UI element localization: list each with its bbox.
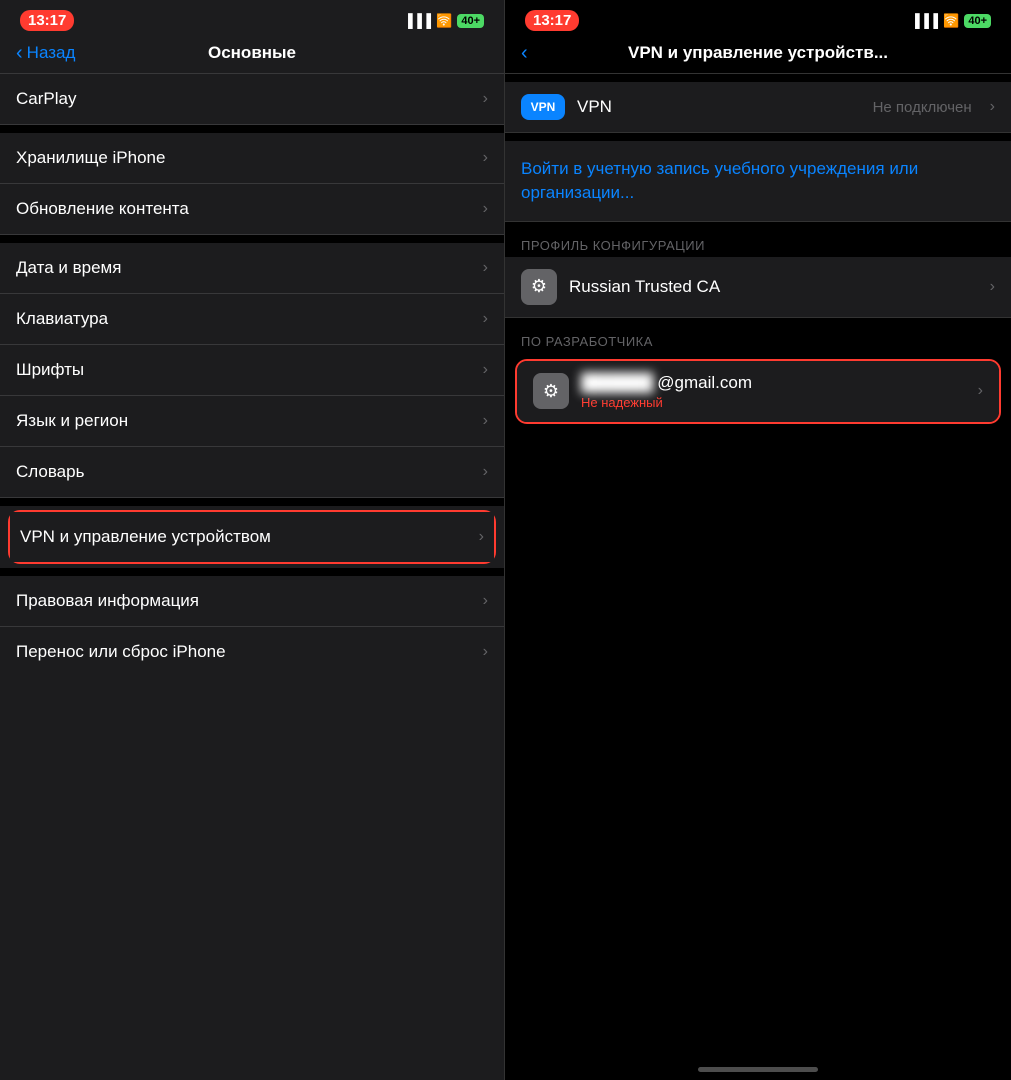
school-link[interactable]: Войти в учетную запись учебного учрежден… [505, 141, 1011, 221]
language-item[interactable]: Язык и регион › [0, 396, 504, 446]
russian-ca-name: Russian Trusted CA [569, 277, 720, 296]
right-signal-icon: ▐▐▐ [911, 13, 939, 28]
vpn-device-item[interactable]: VPN и управление устройством › [10, 512, 494, 562]
right-panel: 13:17 ▐▐▐ 🛜 40+ ‹ VPN и управление устро… [505, 0, 1011, 1080]
language-chevron: › [483, 412, 488, 430]
vpn-device-chevron: › [479, 528, 484, 546]
battery-badge: 40+ [457, 14, 484, 28]
school-link-text: Войти в учетную запись учебного учрежден… [521, 159, 918, 202]
right-time: 13:17 [525, 10, 579, 31]
right-wifi-icon: 🛜 [943, 13, 959, 29]
left-back-label: Назад [27, 43, 76, 63]
transfer-label: Перенос или сброс iPhone [16, 642, 226, 662]
keyboard-label: Клавиатура [16, 309, 108, 329]
russian-ca-chevron: › [990, 278, 995, 296]
gmail-profile-icon: ⚙ [533, 373, 569, 409]
vpn-device-label: VPN и управление устройством [20, 527, 271, 547]
vpn-status: Не подключен [873, 99, 972, 116]
developer-section-label: ПО РАЗРАБОТЧИКА [521, 334, 653, 349]
home-indicator [698, 1067, 818, 1072]
datetime-item[interactable]: Дата и время › [0, 243, 504, 293]
gmail-subtitle: Не надежный [581, 395, 966, 410]
sepg2 [0, 235, 504, 243]
right-status-icons: ▐▐▐ 🛜 40+ [911, 13, 992, 29]
russian-ca-info: Russian Trusted CA [569, 277, 978, 297]
language-label: Язык и регион [16, 411, 128, 431]
storage-label: Хранилище iPhone [16, 148, 165, 168]
datetime-label: Дата и время [16, 258, 121, 278]
gmail-chevron: › [978, 382, 983, 400]
update-label: Обновление контента [16, 199, 189, 219]
sepg3 [0, 498, 504, 506]
signal-icon: ▐▐▐ [404, 13, 432, 28]
vpn-label: VPN [577, 97, 861, 117]
left-nav-title: Основные [208, 43, 296, 63]
developer-section-header: ПО РАЗРАБОТЧИКА [505, 326, 1011, 353]
sepg1 [0, 125, 504, 133]
vpn-chevron: › [990, 98, 995, 116]
vpn-device-highlighted-box: VPN и управление устройством › [8, 510, 496, 564]
carplay-item[interactable]: CarPlay › [0, 74, 504, 124]
fonts-item[interactable]: Шрифты › [0, 345, 504, 395]
right-battery-badge: 40+ [964, 14, 991, 28]
dictionary-chevron: › [483, 463, 488, 481]
right-nav-bar: ‹ VPN и управление устройств... [505, 37, 1011, 73]
vpn-row[interactable]: VPN VPN Не подключен › [505, 82, 1011, 132]
dictionary-item[interactable]: Словарь › [0, 447, 504, 497]
left-nav-bar: ‹ Назад Основные [0, 37, 504, 73]
transfer-chevron: › [483, 643, 488, 661]
update-chevron: › [483, 200, 488, 218]
russian-ca-icon: ⚙ [521, 269, 557, 305]
profile-section-label: ПРОФИЛЬ КОНФИГУРАЦИИ [521, 238, 705, 253]
right-sep2 [505, 133, 1011, 141]
right-status-bar: 13:17 ▐▐▐ 🛜 40+ [505, 0, 1011, 37]
dictionary-label: Словарь [16, 462, 84, 482]
keyboard-chevron: › [483, 310, 488, 328]
russian-ca-item[interactable]: ⚙ Russian Trusted CA › [505, 257, 1011, 317]
profile-section-header: ПРОФИЛЬ КОНФИГУРАЦИИ [505, 230, 1011, 257]
left-panel: 13:17 ▐▐▐ 🛜 40+ ‹ Назад Основные CarPlay… [0, 0, 505, 1080]
gmail-highlighted-box: ⚙ ██████ @gmail.com Не надежный › [515, 359, 1001, 424]
left-status-icons: ▐▐▐ 🛜 40+ [404, 13, 485, 29]
right-back-chevron: ‹ [521, 43, 528, 63]
fonts-label: Шрифты [16, 360, 84, 380]
gmail-profile-item[interactable]: ⚙ ██████ @gmail.com Не надежный › [517, 361, 999, 422]
right-sep-top [505, 74, 1011, 82]
wifi-icon: 🛜 [436, 13, 452, 29]
left-back-button[interactable]: ‹ Назад [16, 43, 75, 63]
legal-item[interactable]: Правовая информация › [0, 576, 504, 626]
left-back-chevron: ‹ [16, 43, 23, 63]
left-time: 13:17 [20, 10, 74, 31]
right-sep3 [505, 222, 1011, 230]
left-status-bar: 13:17 ▐▐▐ 🛜 40+ [0, 0, 504, 37]
gmail-at-label: @gmail.com [657, 373, 752, 393]
gmail-gear-icon: ⚙ [543, 381, 559, 402]
right-sep4 [505, 318, 1011, 326]
legal-chevron: › [483, 592, 488, 610]
storage-chevron: › [483, 149, 488, 167]
datetime-chevron: › [483, 259, 488, 277]
gmail-profile-info: ██████ @gmail.com Не надежный [581, 373, 966, 410]
russian-ca-gear-icon: ⚙ [531, 276, 547, 297]
transfer-item[interactable]: Перенос или сброс iPhone › [0, 627, 504, 677]
fonts-chevron: › [483, 361, 488, 379]
carplay-label: CarPlay [16, 89, 76, 109]
storage-item[interactable]: Хранилище iPhone › [0, 133, 504, 183]
sepg4 [0, 568, 504, 576]
update-item[interactable]: Обновление контента › [0, 184, 504, 234]
gmail-blurred-name: ██████ [581, 373, 653, 393]
right-nav-title: VPN и управление устройств... [628, 43, 888, 63]
legal-label: Правовая информация [16, 591, 199, 611]
keyboard-item[interactable]: Клавиатура › [0, 294, 504, 344]
carplay-chevron: › [483, 90, 488, 108]
vpn-badge: VPN [521, 94, 565, 120]
right-back-button[interactable]: ‹ [521, 43, 528, 63]
